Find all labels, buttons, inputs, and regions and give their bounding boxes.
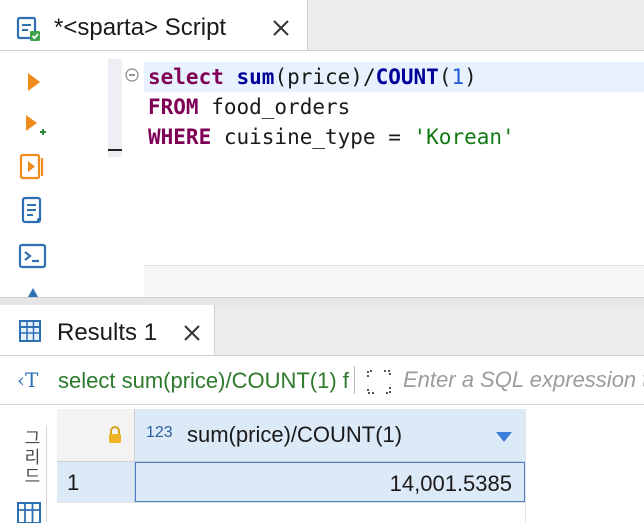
grid-corner-header <box>57 409 135 462</box>
code-token: food_orders <box>198 95 351 119</box>
grid-line <box>525 409 526 522</box>
row-number: 1 <box>67 470 80 495</box>
column-type-badge: 123 <box>146 424 173 441</box>
divider <box>354 366 355 394</box>
table-grid-icon <box>17 502 41 523</box>
results-tab-bar: Results 1 <box>0 305 644 356</box>
editor-horizontal-scrollbar[interactable] <box>144 265 644 298</box>
code-token: sum <box>236 65 275 89</box>
table-cell[interactable]: 14,001.5385 <box>135 462 525 502</box>
code-token: FROM <box>148 95 199 119</box>
filter-expression-input[interactable] <box>403 364 644 396</box>
editor-tab-script[interactable]: *<sparta> Script <box>0 0 308 50</box>
table-grid-icon <box>19 320 41 342</box>
fold-collapse-icon[interactable] <box>125 68 139 82</box>
grid-view-switch[interactable]: 그리드 <box>12 425 47 523</box>
grid-line <box>57 502 525 503</box>
code-token: (price)/ <box>274 65 376 89</box>
tab-results-1[interactable]: Results 1 <box>0 305 215 355</box>
code-line[interactable]: WHERE cuisine_type = 'Korean' <box>148 122 515 152</box>
lock-icon <box>109 426 121 443</box>
code-token: cuisine_type = <box>211 125 414 149</box>
explain-plan-icon[interactable] <box>16 194 50 228</box>
sort-arrow-icon[interactable] <box>495 431 513 443</box>
terminal-icon[interactable] <box>16 239 50 273</box>
editor-tab-title: *<sparta> Script <box>54 14 227 41</box>
execute-script-icon[interactable] <box>16 150 50 184</box>
code-token: ( <box>438 65 452 89</box>
results-filter-bar: ‹T select sum(price)/COUNT(1) from food_… <box>0 356 644 405</box>
code-token: WHERE <box>148 125 212 149</box>
code-token: select <box>148 65 224 89</box>
cell-value: 14,001.5385 <box>389 471 512 496</box>
sql-editor[interactable]: select sum(price)/COUNT(1) FROM food_orde… <box>0 51 644 298</box>
results-tab-title: Results 1 <box>57 319 158 346</box>
code-line[interactable]: select sum(price)/COUNT(1) <box>148 62 477 92</box>
code-line[interactable]: FROM food_orders <box>148 92 350 122</box>
grid-view-label: 그리드 <box>21 429 40 486</box>
code-token: 1 <box>451 65 465 89</box>
editor-tab-bar: *<sparta> Script <box>0 0 644 51</box>
more-tools-icon[interactable] <box>16 283 50 297</box>
results-grid: 그리드 123 sum(price)/COUNT(1) 1 14,001.538… <box>0 405 644 523</box>
column-name: sum(price)/COUNT(1) <box>187 422 403 447</box>
editor-side-toolbar <box>0 51 60 298</box>
active-query-text[interactable]: select sum(price)/COUNT(1) from food_ord… <box>58 368 350 394</box>
code-token: COUNT <box>375 65 439 89</box>
sql-query-icon: ‹T <box>17 368 39 392</box>
execute-in-new-tab-icon[interactable] <box>16 109 50 143</box>
expand-icon[interactable] <box>365 368 393 396</box>
close-icon[interactable] <box>272 19 290 37</box>
code-token: ) <box>464 65 477 89</box>
execute-statement-icon[interactable] <box>16 65 50 99</box>
column-header[interactable]: 123 sum(price)/COUNT(1) <box>135 409 526 462</box>
code-token: 'Korean' <box>413 125 515 149</box>
close-icon[interactable] <box>183 324 201 342</box>
editor-gutter <box>108 59 122 157</box>
sql-script-icon <box>16 16 40 41</box>
gutter-marker <box>108 149 122 151</box>
row-number-cell[interactable]: 1 <box>57 462 135 503</box>
